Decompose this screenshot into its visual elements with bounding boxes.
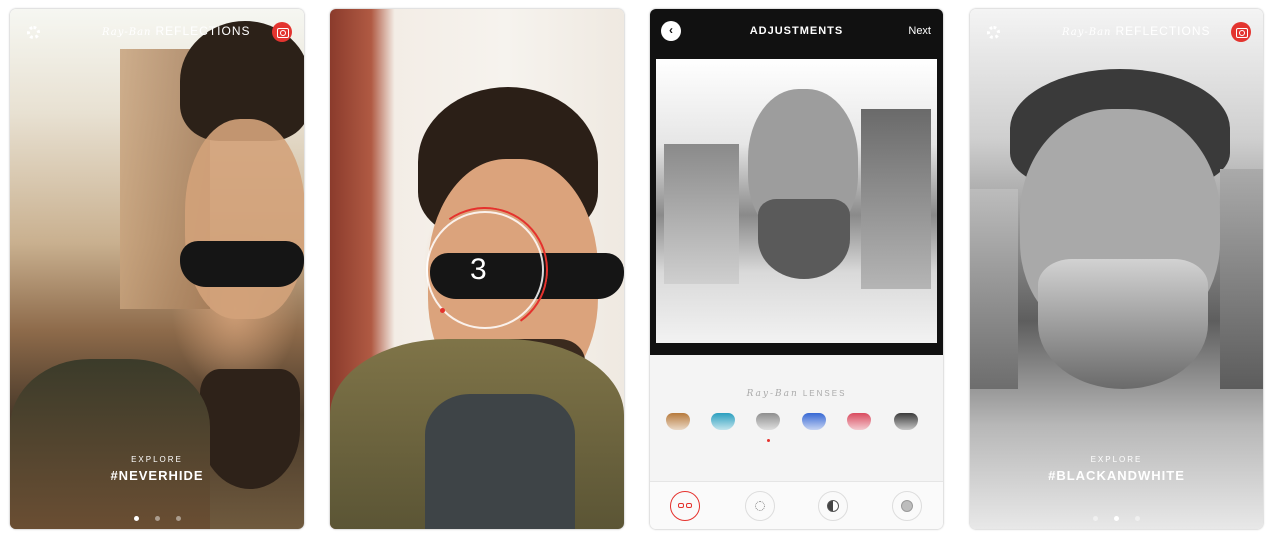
screen-adjustments: ‹ ADJUSTMENTS Next Ray-Ban LENSES — [650, 9, 943, 529]
page-dot[interactable] — [1135, 516, 1140, 521]
brightness-icon[interactable] — [745, 491, 775, 521]
building-overlay — [970, 189, 1018, 389]
next-button[interactable]: Next — [908, 25, 931, 37]
lens-swatch[interactable] — [666, 413, 690, 430]
brand-logo: Ray-Ban REFLECTIONS — [1062, 24, 1211, 38]
screen-blackandwhite: Ray-Ban REFLECTIONS EXPLORE #BLACKANDWHIT… — [970, 9, 1263, 529]
beard-shape — [758, 199, 850, 279]
screen-neverhide: Ray-Ban REFLECTIONS EXPLORE #NEVERHIDE — [10, 9, 304, 529]
explore-label: EXPLORE — [1090, 455, 1143, 464]
street-cars-overlay — [10, 359, 210, 529]
top-bar: Ray-Ban REFLECTIONS — [10, 9, 304, 55]
countdown-marker — [440, 308, 445, 313]
page-title: ADJUSTMENTS — [749, 25, 844, 37]
page-indicator — [10, 508, 304, 526]
selected-lens-indicator — [767, 439, 770, 442]
face-shape — [185, 119, 304, 319]
page-indicator — [970, 508, 1263, 526]
lenses-heading: Ray-Ban LENSES — [650, 389, 943, 399]
page-dot[interactable] — [1093, 516, 1098, 521]
beard-shape — [1038, 259, 1208, 389]
settings-gear-icon[interactable] — [27, 26, 40, 39]
page-dot[interactable] — [1114, 516, 1119, 521]
lens-swatch[interactable] — [894, 413, 918, 430]
glasses-icon[interactable] — [670, 491, 700, 521]
countdown-number: 3 — [470, 253, 487, 286]
building-overlay — [1220, 169, 1263, 389]
screen-countdown: 3 — [330, 9, 624, 529]
page-dot[interactable] — [154, 516, 160, 521]
lens-swatch[interactable] — [711, 413, 735, 430]
lenses-label: LENSES — [802, 389, 847, 398]
lens-swatch[interactable] — [756, 413, 780, 430]
hashtag-link[interactable]: #BLACKANDWHITE — [970, 468, 1263, 483]
building-overlay — [861, 109, 931, 289]
rayban-script: Ray-Ban — [746, 389, 799, 399]
rayban-script: Ray-Ban — [1062, 27, 1112, 38]
page-dot[interactable] — [175, 516, 181, 521]
saturation-icon[interactable] — [892, 491, 922, 521]
top-bar: Ray-Ban REFLECTIONS — [970, 9, 1263, 55]
lens-swatch[interactable] — [847, 413, 871, 430]
camera-icon[interactable] — [1231, 22, 1251, 42]
brand-logo: Ray-Ban REFLECTIONS — [102, 24, 251, 38]
settings-gear-icon[interactable] — [987, 26, 1000, 39]
camera-icon[interactable] — [272, 22, 292, 42]
bw-preview-image — [656, 59, 937, 343]
page-dot[interactable] — [133, 516, 139, 521]
brand-name: REFLECTIONS — [1115, 24, 1211, 38]
hashtag-link[interactable]: #NEVERHIDE — [10, 468, 304, 483]
trees-overlay — [664, 144, 739, 284]
rayban-script: Ray-Ban — [102, 27, 152, 38]
lens-swatch[interactable] — [802, 413, 826, 430]
sunglasses-shape — [180, 241, 304, 287]
brand-name: REFLECTIONS — [155, 24, 251, 38]
scarf-shape — [425, 394, 575, 529]
header-bar: ‹ ADJUSTMENTS Next — [650, 9, 943, 53]
explore-label: EXPLORE — [131, 455, 183, 464]
contrast-icon[interactable] — [818, 491, 848, 521]
preview-frame — [650, 53, 943, 355]
adjustment-toolbar — [650, 481, 943, 529]
